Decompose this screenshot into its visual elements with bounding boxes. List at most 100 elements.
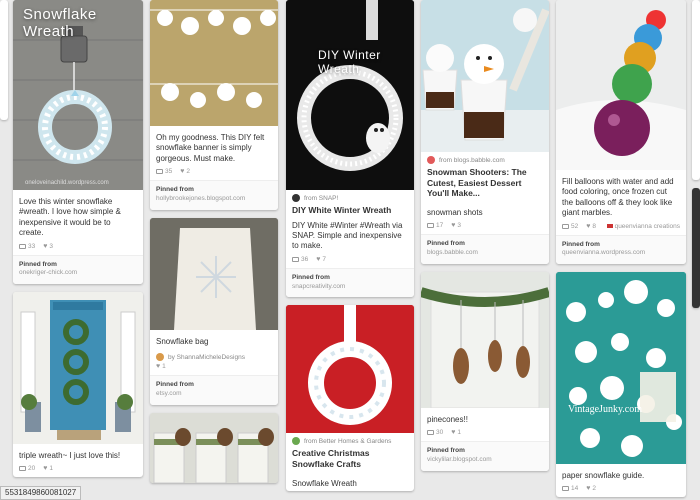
- pin-snowman-shooters[interactable]: from blogs.babble.com Snowman Shooters: …: [421, 0, 549, 264]
- pin-stats: 14 ♥ 2: [556, 483, 686, 497]
- pin-title[interactable]: Snowman Shooters: The Cutest, Easiest De…: [421, 164, 549, 201]
- pin-caption: Oh my goodness. This DIY felt snowflake …: [156, 133, 265, 163]
- blue-door-picture: [13, 292, 143, 445]
- pin-pinecone-jars[interactable]: [150, 412, 278, 483]
- source-url[interactable]: blogs.babble.com: [427, 249, 543, 258]
- like-count: 3: [49, 242, 54, 250]
- pin-image[interactable]: [13, 292, 143, 445]
- pin-via[interactable]: from Better Homes & Gardens: [286, 433, 414, 446]
- pin-felt-banner[interactable]: Oh my goodness. This DIY felt snowflake …: [150, 0, 278, 210]
- like-count: 2: [186, 168, 191, 176]
- like-count: 7: [322, 255, 327, 263]
- pin-stats: 20 ♥ 1: [13, 463, 143, 477]
- pin-ice-marbles[interactable]: Fill balloons with water and add food co…: [556, 0, 686, 265]
- pin-image[interactable]: [150, 0, 278, 126]
- snowman-dessert-picture: [421, 0, 549, 152]
- repin-icon: [156, 169, 163, 175]
- pin-image[interactable]: [421, 271, 549, 408]
- watermark: VintageJunky.com: [568, 404, 643, 416]
- pin-source[interactable]: Pinned from snapcreativity.com: [286, 267, 414, 298]
- source-label: Pinned from: [427, 240, 465, 248]
- pin-image[interactable]: [421, 0, 549, 152]
- source-label: Pinned from: [19, 260, 57, 268]
- like-count: 8: [592, 222, 597, 230]
- heart-icon: ♥: [586, 222, 591, 230]
- pin-triple-wreath[interactable]: triple wreath~ I just love this! 20 ♥ 1: [13, 292, 143, 478]
- pin-via[interactable]: from blogs.babble.com: [421, 152, 549, 164]
- hanging-pinecones-picture: [421, 271, 549, 408]
- source-url[interactable]: snapcreativity.com: [292, 283, 408, 292]
- repin-icon: [19, 243, 26, 249]
- heart-icon: ♥: [316, 255, 321, 263]
- repin-count: 30: [436, 429, 444, 437]
- repin-icon: [292, 256, 299, 262]
- avatar: [156, 353, 164, 362]
- pin-stats: 17 ♥ 3: [421, 220, 549, 234]
- heart-icon: ♥: [586, 485, 591, 493]
- like-count: 1: [49, 465, 54, 473]
- partial-pin-left[interactable]: [0, 0, 8, 120]
- pin-title[interactable]: DIY White Winter Wreath: [286, 202, 414, 218]
- like-count: 3: [457, 222, 462, 230]
- pin-image[interactable]: Snowflake Wreath oneloveinachild.wordpre…: [13, 0, 143, 190]
- pin-snowflake-wreath[interactable]: Snowflake Wreath oneloveinachild.wordpre…: [13, 0, 143, 285]
- pin-image[interactable]: [150, 412, 278, 483]
- site-icon: [292, 194, 300, 202]
- pin-image[interactable]: [150, 217, 278, 330]
- site-icon: [427, 156, 435, 164]
- source-url[interactable]: vickylilar.blogspot.com: [427, 456, 543, 465]
- source-url[interactable]: onekriger-chick.com: [19, 269, 137, 278]
- pin-stats: 52 ♥ 8 queenvianna creations: [556, 221, 686, 235]
- source-url[interactable]: hollybrookejones.blogspot.com: [156, 195, 272, 204]
- pin-source[interactable]: Pinned from vickylilar.blogspot.com: [421, 441, 549, 471]
- image-overlay-title: Snowflake Wreath: [23, 6, 97, 40]
- paper-snowflakes-picture: [556, 272, 686, 465]
- heart-icon: ♥: [451, 429, 456, 437]
- source-label: Pinned from: [562, 240, 600, 248]
- pin-source[interactable]: Pinned from etsy.com: [150, 375, 278, 405]
- partial-pin-right[interactable]: [692, 0, 700, 180]
- like-count: 1: [457, 429, 462, 437]
- pin-pinecones[interactable]: pinecones!! 30 ♥ 1 Pinned from vickylilar…: [421, 271, 549, 471]
- pin-image[interactable]: [556, 0, 686, 170]
- pin-image[interactable]: [286, 305, 414, 434]
- site-icon: [292, 437, 300, 446]
- pin-snowflake-bag[interactable]: Snowflake bag by ShannaMicheleDesigns ♥ 1…: [150, 217, 278, 405]
- pin-author[interactable]: by ShannaMicheleDesigns: [150, 349, 278, 362]
- status-url-bar: 5531849860081027: [0, 486, 82, 500]
- pin-source[interactable]: Pinned from hollybrookejones.blogspot.co…: [150, 180, 278, 210]
- pin-caption: Snowflake Wreath: [292, 478, 357, 488]
- pin-caption: Love this winter snowflake #wreath. I lo…: [19, 197, 121, 238]
- pin-source[interactable]: Pinned from queenvianna.wordpress.com: [556, 234, 686, 265]
- repin-count: 35: [165, 168, 173, 176]
- pin-christmas-snowflake-crafts[interactable]: from Better Homes & Gardens Creative Chr…: [286, 305, 414, 491]
- pin-caption: snowman shots: [427, 207, 483, 217]
- pin-paper-snowflakes[interactable]: VintageJunky.com paper snowflake guide. …: [556, 272, 686, 498]
- pin-stats: ♥ 1: [150, 361, 278, 375]
- source-label: Pinned from: [156, 381, 194, 389]
- image-overlay-title: DIY Winter Wreath: [318, 48, 381, 76]
- heart-icon: ♥: [43, 465, 48, 473]
- repin-count: 33: [28, 242, 36, 250]
- pin-source[interactable]: Pinned from onekriger-chick.com: [13, 254, 143, 285]
- pin-stats: 35 ♥ 2: [150, 166, 278, 180]
- pin-diy-winter-wreath[interactable]: DIY Winter Wreath from SNAP! DIY White W…: [286, 0, 414, 298]
- flag-icon: [606, 224, 613, 229]
- repin-icon: [562, 223, 569, 229]
- pin-image[interactable]: VintageJunky.com: [556, 272, 686, 465]
- repin-icon: [427, 430, 434, 436]
- repin-icon: [427, 223, 434, 229]
- pin-via[interactable]: from SNAP!: [286, 190, 414, 202]
- pin-title[interactable]: Creative Christmas Snowflake Crafts: [286, 445, 414, 471]
- source-url[interactable]: etsy.com: [156, 390, 272, 399]
- partial-pin-right-2[interactable]: [692, 188, 700, 308]
- pin-source[interactable]: Pinned from blogs.babble.com: [421, 234, 549, 264]
- heart-icon: ♥: [180, 168, 185, 176]
- author-name: by ShannaMicheleDesigns: [168, 353, 245, 361]
- like-count: 1: [162, 363, 166, 371]
- source-label: Pinned from: [427, 447, 465, 455]
- repin-count: 17: [436, 222, 444, 230]
- pin-image[interactable]: DIY Winter Wreath: [286, 0, 414, 190]
- pin-caption: triple wreath~ I just love this!: [19, 451, 121, 461]
- source-url[interactable]: queenvianna.wordpress.com: [562, 249, 680, 258]
